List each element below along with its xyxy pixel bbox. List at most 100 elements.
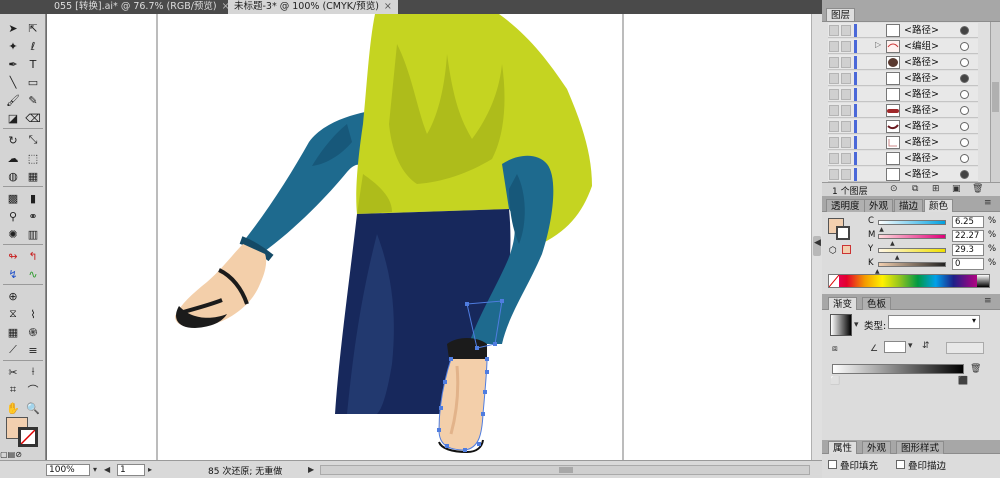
layer-row[interactable]: <路径> (828, 167, 978, 182)
target-icon[interactable] (960, 138, 969, 147)
layer-row[interactable]: <路径> (828, 103, 978, 118)
gradient-tool-icon[interactable]: ▮ (24, 190, 42, 206)
delete-stop-icon[interactable]: 🗑 (970, 364, 981, 374)
panel-menu-icon[interactable]: ≡ (984, 198, 992, 208)
paintbrush-tool-icon[interactable]: 🖌 (4, 92, 22, 108)
magenta-slider[interactable]: M ▲ 22.27 % (868, 230, 998, 247)
path-curve-tool-icon[interactable]: ↯ (4, 266, 22, 282)
delete-layer-icon[interactable]: 🗑 (972, 184, 983, 194)
anchor-convert-tool-icon[interactable]: ↰ (24, 248, 42, 264)
lock-toggle[interactable] (841, 137, 851, 148)
locate-object-icon[interactable]: ⊙ (890, 184, 898, 194)
new-layer-icon[interactable]: ▣ (952, 184, 961, 194)
visibility-toggle[interactable] (829, 89, 839, 100)
visibility-toggle[interactable] (829, 57, 839, 68)
close-tab-icon[interactable]: × (384, 1, 392, 12)
target-icon[interactable] (960, 90, 969, 99)
lasso-tool-icon[interactable]: ℓ (24, 38, 42, 54)
lock-toggle[interactable] (841, 73, 851, 84)
visibility-toggle[interactable] (829, 169, 839, 180)
stroke-color-swatch[interactable] (836, 226, 850, 240)
direct-selection-tool-icon[interactable]: ⇱ (24, 20, 42, 36)
yellow-value-field[interactable]: 29.3 (952, 244, 984, 256)
twirl-tool-icon[interactable]: ֍ (24, 324, 42, 340)
layer-row[interactable]: <路径> (828, 87, 978, 102)
lock-toggle[interactable] (841, 41, 851, 52)
shape-builder-tool-icon[interactable]: ◍ (4, 168, 22, 184)
gradient-stroke-icon[interactable]: ⧈ (832, 344, 838, 354)
out-of-gamut-icon[interactable]: ⬡ (829, 246, 837, 256)
target-icon[interactable] (960, 26, 969, 35)
tab-document-untitled-3[interactable]: 未标题-3* @ 100% (CMYK/预览) × (228, 0, 398, 14)
layer-row[interactable]: <路径> (828, 55, 978, 70)
free-transform-tool-icon[interactable]: ⬚ (24, 150, 42, 166)
tab-stroke[interactable]: 描边 (894, 199, 924, 212)
stroke-swatch[interactable] (18, 427, 38, 447)
visibility-toggle[interactable] (829, 137, 839, 148)
gradient-type-select[interactable]: ▾ (888, 315, 980, 329)
type-tool-icon[interactable]: T (24, 56, 42, 72)
overprint-stroke-checkbox[interactable] (896, 460, 905, 469)
blob-brush-tool-icon[interactable]: ◪ (4, 110, 22, 126)
tab-transparency[interactable]: 透明度 (826, 199, 865, 212)
graph-line-tool-icon[interactable]: ⟋ (4, 342, 22, 358)
crop-area-tool-icon[interactable]: ⌗ (4, 382, 22, 398)
layers-scrollbar[interactable] (990, 22, 1000, 182)
yellow-slider[interactable]: Y ▲ 29.3 % (868, 244, 998, 261)
mesh-tool-icon[interactable]: ▩ (4, 190, 22, 206)
layer-row[interactable]: <路径> (828, 135, 978, 150)
tab-appearance-bottom[interactable]: 外观 (862, 441, 892, 454)
target-icon[interactable] (960, 122, 969, 131)
target-icon[interactable] (960, 42, 969, 51)
rotate-tool-icon[interactable]: ↻ (4, 132, 22, 148)
perspective-grid-tool-icon[interactable]: ▦ (24, 168, 42, 184)
next-artboard-icon[interactable]: ▸ (148, 465, 152, 474)
zoom-dropdown-icon[interactable]: ▾ (93, 465, 97, 474)
target-tool-icon[interactable]: ⊕ (4, 288, 22, 304)
tab-color[interactable]: 颜色 (924, 199, 954, 212)
target-icon[interactable] (960, 74, 969, 83)
layer-row[interactable]: <路径> (828, 71, 978, 86)
warp-tool-icon[interactable]: ☁ (4, 150, 22, 166)
warp-envelope-tool-icon[interactable]: ⌇ (24, 306, 42, 322)
target-icon[interactable] (960, 154, 969, 163)
panel-menu-icon[interactable]: ≡ (984, 296, 992, 306)
aspect-field[interactable] (946, 342, 984, 354)
visibility-toggle[interactable] (829, 105, 839, 116)
magenta-value-field[interactable]: 22.27 (952, 230, 984, 242)
artboard-tool-icon[interactable]: ⧖ (4, 306, 22, 322)
rectangle-tool-icon[interactable]: ▭ (24, 74, 42, 90)
visibility-toggle[interactable] (829, 25, 839, 36)
gradient-slider[interactable] (832, 364, 964, 374)
cyan-value-field[interactable]: 6.25 (952, 216, 984, 228)
grid-tool-icon[interactable]: ▦ (4, 324, 22, 340)
eyedropper-tool-icon[interactable]: ⚲ (4, 208, 22, 224)
zoom-field[interactable]: 100% (46, 464, 90, 476)
tab-appearance[interactable]: 外观 (864, 199, 894, 212)
cyan-slider[interactable]: C ▲ 6.25 % (868, 216, 998, 233)
visibility-toggle[interactable] (829, 153, 839, 164)
target-icon[interactable] (960, 58, 969, 67)
selection-tool-icon[interactable]: ➤ (4, 20, 22, 36)
vertical-scrollbar[interactable] (811, 14, 822, 460)
scroll-thumb[interactable] (559, 467, 573, 473)
column-graph-tool-icon[interactable]: ▥ (24, 226, 42, 242)
expand-triangle-icon[interactable]: ▷ (875, 40, 881, 49)
first-artboard-icon[interactable]: ◀ (104, 465, 110, 474)
collapse-panel-icon[interactable]: ◀ (814, 238, 821, 248)
overprint-fill-checkbox[interactable] (828, 460, 837, 469)
wave-tool-icon[interactable]: ∿ (24, 266, 42, 282)
eraser-tool-icon[interactable]: ⌫ (24, 110, 42, 126)
symbol-sprayer-tool-icon[interactable]: ✺ (4, 226, 22, 242)
lock-toggle[interactable] (841, 105, 851, 116)
list-tool-icon[interactable]: ≡ (24, 342, 42, 358)
visibility-toggle[interactable] (829, 73, 839, 84)
lock-toggle[interactable] (841, 25, 851, 36)
blend-tool-icon[interactable]: ⚭ (24, 208, 42, 224)
artboard-canvas[interactable] (47, 14, 811, 460)
visibility-toggle[interactable] (829, 41, 839, 52)
lock-toggle[interactable] (841, 153, 851, 164)
target-icon[interactable] (960, 170, 969, 179)
tab-gradient[interactable]: 渐变 (828, 297, 858, 310)
lock-toggle[interactable] (841, 57, 851, 68)
